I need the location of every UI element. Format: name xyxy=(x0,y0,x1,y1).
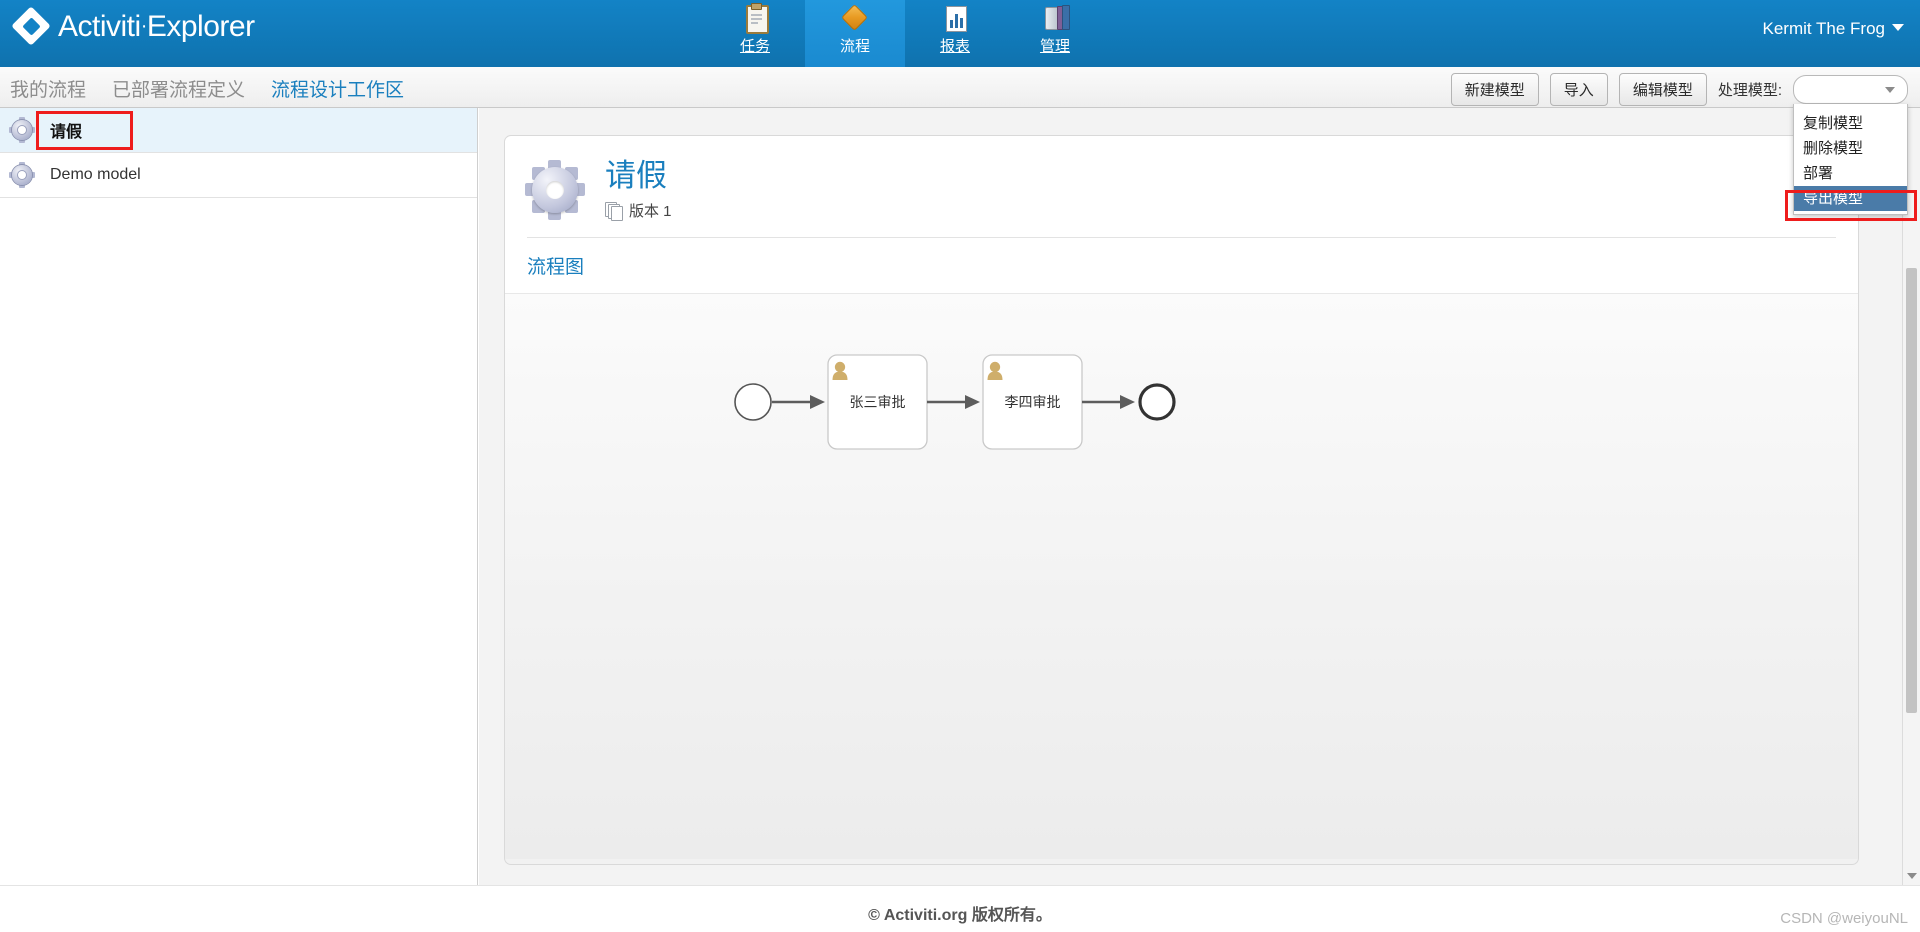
bpmn-arrow-head-icon xyxy=(965,395,980,409)
dropdown-item-copy-model[interactable]: 复制模型 xyxy=(1794,111,1907,136)
user-menu-label: Kermit The Frog xyxy=(1762,19,1885,38)
copyright-text: © Activiti.org 版权所有。 xyxy=(868,907,1052,924)
bpmn-end-event[interactable] xyxy=(1138,383,1176,421)
bpmn-task-zhangsan-label: 张三审批 xyxy=(850,395,906,411)
copies-icon xyxy=(605,202,623,221)
watermark-text: CSDN @weiyouNL xyxy=(1780,910,1908,927)
sidebar-item-qingjia-label: 请假 xyxy=(50,124,83,141)
user-menu[interactable]: Kermit The Frog xyxy=(1762,19,1904,39)
model-toolbar: 新建模型 导入 编辑模型 处理模型: xyxy=(1450,73,1908,106)
nav-tab-processes-label: 流程 xyxy=(839,38,870,55)
brand-logo[interactable]: Activiti·Explorer xyxy=(11,6,255,46)
nav-tab-reports-label: 报表 xyxy=(939,38,970,55)
caret-down-icon xyxy=(1892,24,1904,31)
bpmn-arrow-head-icon xyxy=(810,395,825,409)
gear-icon xyxy=(9,117,35,143)
dropdown-item-export-model[interactable]: 导出模型 xyxy=(1794,186,1907,211)
edit-model-button[interactable]: 编辑模型 xyxy=(1618,73,1707,106)
process-diagram-panel: 张三审批 李四审批 xyxy=(505,293,1858,859)
nav-tab-processes[interactable]: 流程 xyxy=(805,0,905,67)
model-detail-card: 请假 版本 1 流程图 张三审批 李四审批 xyxy=(504,135,1859,865)
diamond-icon xyxy=(840,4,870,34)
process-diagram-link[interactable]: 流程图 xyxy=(527,252,584,279)
model-version-row: 版本 1 xyxy=(605,200,672,221)
page-footer: © Activiti.org 版权所有。 CSDN @weiyouNL xyxy=(0,885,1920,932)
sidebar-item-demo-model[interactable]: Demo model xyxy=(0,153,477,198)
brand-secondary: Explorer xyxy=(146,9,255,43)
header-divider xyxy=(527,237,1836,238)
sidebar-item-qingjia[interactable]: 请假 xyxy=(0,108,477,153)
scroll-down-arrow-icon[interactable] xyxy=(1907,873,1917,879)
nav-tab-reports[interactable]: 报表 xyxy=(905,0,1005,67)
sub-navigation-bar: 我的流程 已部署流程定义 流程设计工作区 新建模型 导入 编辑模型 处理模型: xyxy=(0,67,1920,108)
brand-primary: Activiti xyxy=(58,9,141,43)
caret-down-icon xyxy=(1885,87,1895,93)
subnav-item-my-processes[interactable]: 我的流程 xyxy=(10,75,86,102)
model-title-block: 请假 版本 1 xyxy=(605,158,672,221)
process-model-label: 处理模型: xyxy=(1717,82,1782,99)
nav-tab-admin-label: 管理 xyxy=(1039,38,1070,55)
sub-navigation-links: 我的流程 已部署流程定义 流程设计工作区 xyxy=(10,75,404,102)
dropdown-item-deploy[interactable]: 部署 xyxy=(1794,161,1907,186)
clipboard-icon xyxy=(740,3,770,34)
nav-tab-tasks[interactable]: 任务 xyxy=(705,0,805,67)
model-detail-area: 请假 版本 1 流程图 张三审批 李四审批 xyxy=(479,108,1920,885)
admin-books-icon xyxy=(1040,4,1070,34)
nav-tab-admin[interactable]: 管理 xyxy=(1005,0,1105,67)
subnav-item-deployed-definitions[interactable]: 已部署流程定义 xyxy=(112,75,245,102)
process-model-select[interactable] xyxy=(1793,75,1908,104)
model-version-label: 版本 1 xyxy=(629,203,672,220)
bpmn-start-event[interactable] xyxy=(734,383,772,421)
scrollbar-thumb[interactable] xyxy=(1906,268,1917,713)
main-navigation: 任务 流程 报表 管理 xyxy=(705,0,1105,67)
nav-tab-tasks-label: 任务 xyxy=(739,38,770,55)
process-model-dropdown-menu[interactable]: 复制模型 删除模型 部署 导出模型 xyxy=(1793,104,1908,215)
gear-icon xyxy=(9,162,35,188)
bpmn-arrow-head-icon xyxy=(1120,395,1135,409)
app-header: Activiti·Explorer 任务 流程 报表 管理 Kermit The… xyxy=(0,0,1920,67)
page-title: 请假 xyxy=(605,158,667,193)
dropdown-item-delete-model[interactable]: 删除模型 xyxy=(1794,136,1907,161)
sidebar-item-demo-model-label: Demo model xyxy=(50,166,141,183)
new-model-button[interactable]: 新建模型 xyxy=(1450,73,1539,106)
bpmn-diagram: 张三审批 李四审批 xyxy=(734,354,1176,450)
bpmn-task-lisi-label: 李四审批 xyxy=(1005,395,1061,411)
import-button[interactable]: 导入 xyxy=(1549,73,1608,106)
brand-title: Activiti·Explorer xyxy=(58,10,255,44)
subnav-item-design-workspace[interactable]: 流程设计工作区 xyxy=(271,75,404,102)
model-detail-header: 请假 版本 1 xyxy=(505,136,1858,221)
gear-icon xyxy=(525,159,585,220)
content-scrollbar[interactable] xyxy=(1902,108,1920,885)
diamond-logo-icon xyxy=(11,6,51,46)
model-list-sidebar: 请假 Demo model xyxy=(0,108,478,885)
bar-chart-icon xyxy=(940,4,970,34)
